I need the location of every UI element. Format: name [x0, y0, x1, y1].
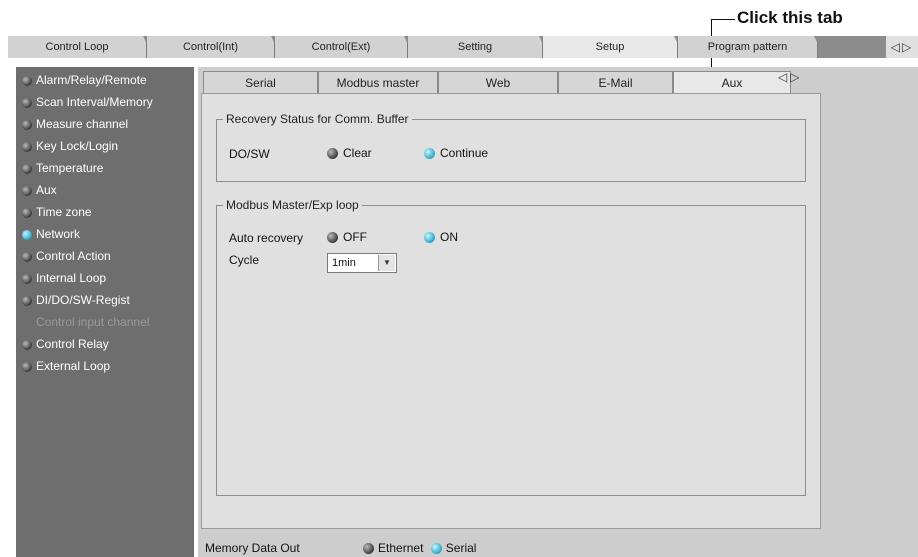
sidebar-item-measure-channel[interactable]: Measure channel — [22, 114, 128, 134]
radio-dot-icon — [22, 141, 32, 152]
radio-continue[interactable]: Continue — [424, 146, 488, 160]
sidebar-item-control-action[interactable]: Control Action — [22, 246, 111, 266]
subtab-scroll-arrows[interactable]: ◁▷ — [778, 70, 802, 84]
sidebar-item-time-zone[interactable]: Time zone — [22, 202, 92, 222]
radio-dot-icon — [22, 75, 32, 86]
callout-line — [711, 19, 735, 20]
top-tab-bar: Control Loop Control(Int) Control(Ext) S… — [8, 36, 918, 58]
radio-dot-icon — [22, 361, 32, 372]
radio-dot-icon — [424, 148, 435, 160]
sidebar-item-scan-interval-memory[interactable]: Scan Interval/Memory — [22, 92, 153, 112]
tab-setup[interactable]: Setup — [543, 36, 680, 58]
main-area: Serial Modbus master Web E-Mail Aux Reco… — [198, 67, 918, 557]
sidebar-item-temperature[interactable]: Temperature — [22, 158, 103, 178]
auto-recovery-label: Auto recovery — [229, 231, 304, 245]
sidebar-item-key-lock-login[interactable]: Key Lock/Login — [22, 136, 118, 156]
tab-aux[interactable]: Aux — [673, 71, 791, 95]
tab-setting[interactable]: Setting — [408, 36, 545, 58]
tab-modbus-master[interactable]: Modbus master — [318, 71, 438, 93]
radio-dot-icon — [363, 543, 375, 555]
radio-dot-icon — [327, 232, 338, 244]
radio-ethernet[interactable]: Ethernet — [363, 541, 423, 555]
sub-tab-bar: Serial Modbus master Web E-Mail Aux — [203, 71, 803, 95]
sidebar-item-internal-loop[interactable]: Internal Loop — [22, 268, 106, 288]
memory-data-out-label: Memory Data Out — [205, 541, 300, 555]
radio-dot-icon — [22, 295, 32, 306]
cycle-label: Cycle — [229, 253, 260, 267]
radio-dot-icon — [424, 232, 435, 244]
sidebar-item-alarm-relay-remote[interactable]: Alarm/Relay/Remote — [22, 70, 147, 90]
callout-text: Click this tab — [737, 8, 843, 27]
radio-dot-icon — [22, 119, 32, 130]
radio-off[interactable]: OFF — [327, 230, 367, 244]
radio-dot-icon — [22, 251, 32, 262]
do-sw-label: DO/SW — [229, 147, 270, 161]
radio-dot-icon — [22, 97, 32, 108]
group-title: Modbus Master/Exp loop — [223, 198, 362, 212]
tab-email[interactable]: E-Mail — [558, 71, 673, 93]
cycle-value: 1min — [332, 257, 356, 269]
tab-scroll-arrows[interactable]: ◁▷ — [886, 36, 918, 58]
sidebar-item-control-input-channel: Control input channel — [36, 315, 150, 329]
radio-dot-icon — [22, 207, 32, 218]
radio-on[interactable]: ON — [424, 230, 458, 244]
tab-program-pattern[interactable]: Program pattern — [678, 36, 820, 58]
sidebar-item-aux[interactable]: Aux — [22, 180, 57, 200]
radio-dot-icon — [430, 543, 442, 555]
radio-dot-icon — [327, 148, 338, 160]
radio-clear[interactable]: Clear — [327, 146, 372, 160]
radio-dot-icon — [22, 163, 32, 174]
tab-control-loop[interactable]: Control Loop — [8, 36, 149, 58]
radio-dot-icon — [22, 185, 32, 196]
tab-control-int[interactable]: Control(Int) — [147, 36, 277, 58]
memory-data-out-row: Memory Data Out Ethernet Serial — [205, 541, 476, 555]
sidebar-item-di-do-sw-regist[interactable]: DI/DO/SW-Regist — [22, 290, 130, 310]
cycle-select[interactable]: 1min ▼ — [327, 253, 397, 273]
modbus-master-group: Modbus Master/Exp loop Auto recovery OFF… — [216, 198, 806, 496]
radio-dot-icon — [22, 273, 32, 284]
chevron-down-icon[interactable]: ▼ — [378, 255, 395, 271]
settings-panel: Recovery Status for Comm. Buffer DO/SW C… — [201, 93, 821, 529]
sidebar-item-external-loop[interactable]: External Loop — [22, 356, 110, 376]
radio-dot-icon — [22, 229, 32, 240]
radio-dot-icon — [22, 339, 32, 350]
tab-control-ext[interactable]: Control(Ext) — [275, 36, 410, 58]
sidebar-item-control-relay[interactable]: Control Relay — [22, 334, 109, 354]
tab-serial[interactable]: Serial — [203, 71, 318, 93]
radio-serial[interactable]: Serial — [430, 541, 476, 555]
tab-web[interactable]: Web — [438, 71, 558, 93]
group-title: Recovery Status for Comm. Buffer — [223, 112, 412, 126]
recovery-status-group: Recovery Status for Comm. Buffer DO/SW C… — [216, 112, 806, 182]
sidebar: Alarm/Relay/Remote Scan Interval/Memory … — [16, 67, 194, 557]
sidebar-item-network[interactable]: Network — [22, 224, 80, 244]
